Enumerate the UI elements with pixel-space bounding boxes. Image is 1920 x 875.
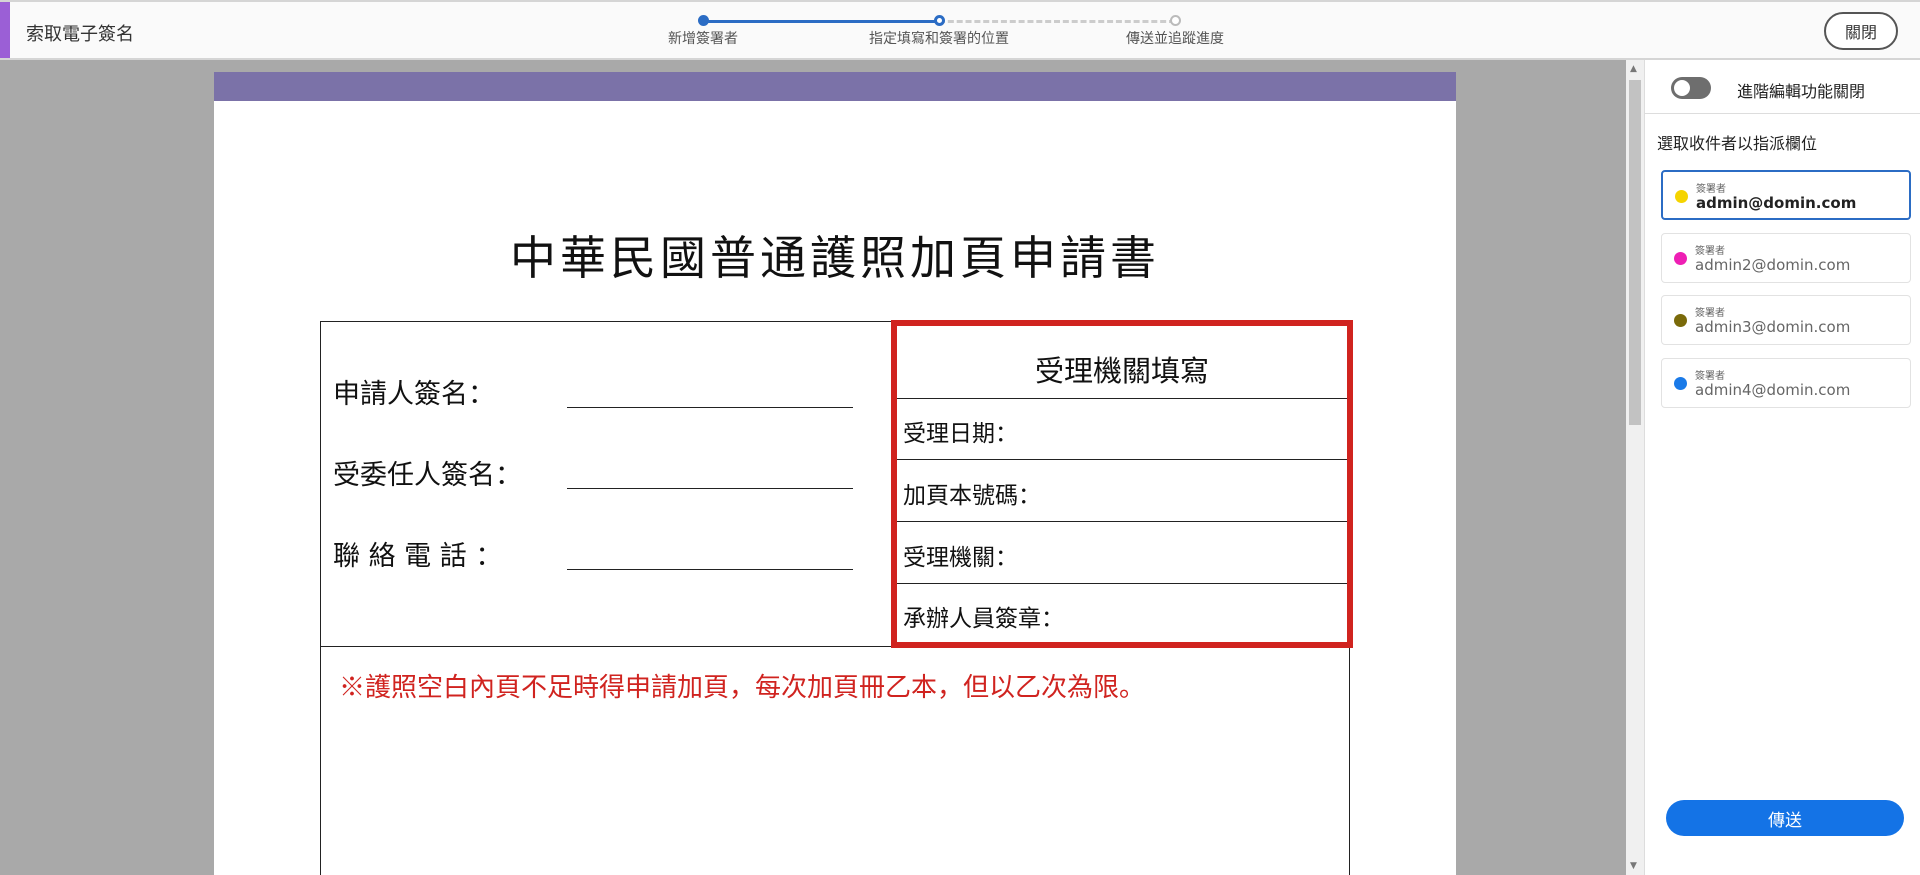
recipient-card[interactable]: 簽署者 admin2@domin.com	[1661, 233, 1911, 283]
recipient-email: admin3@domin.com	[1695, 318, 1851, 336]
progress-complete	[703, 20, 939, 23]
document-page: 中華民國普通護照加頁申請書 申請人簽名： 受委任人簽名： 聯 絡 電 話 ： 受…	[214, 72, 1456, 875]
step-dot-2	[934, 15, 945, 26]
recipient-card[interactable]: 簽署者 admin3@domin.com	[1661, 295, 1911, 345]
document-title: 中華民國普通護照加頁申請書	[510, 231, 1160, 285]
recipients-panel: 進階編輯功能關閉 選取收件者以指派欄位 簽署者 admin@domin.com …	[1644, 60, 1920, 875]
row-divider	[897, 398, 1347, 399]
step-send-track[interactable]: 傳送並追蹤進度	[1126, 28, 1224, 48]
scrollbar[interactable]: ▲ ▼	[1626, 60, 1644, 875]
row-divider	[897, 459, 1347, 460]
agency-row: 加頁本號碼：	[903, 483, 1041, 509]
delegate-signature-label: 受委任人簽名：	[333, 460, 522, 491]
agency-row: 受理日期：	[903, 421, 1018, 447]
recipient-color-dot	[1674, 377, 1687, 390]
accent-bar	[0, 2, 10, 58]
row-divider	[897, 583, 1347, 584]
send-button[interactable]: 傳送	[1666, 800, 1904, 836]
divider	[1645, 113, 1920, 114]
notice-text: ※護照空白內頁不足時得申請加頁，每次加頁冊乙本，但以乙次為限。	[339, 673, 1146, 703]
document-viewer: 中華民國普通護照加頁申請書 申請人簽名： 受委任人簽名： 聯 絡 電 話 ： 受…	[0, 60, 1626, 875]
delegate-signature-line[interactable]	[567, 488, 853, 489]
recipient-role: 簽署者	[1695, 308, 1725, 319]
toggle-label: 進階編輯功能關閉	[1737, 82, 1866, 101]
recipient-email: admin2@domin.com	[1695, 256, 1851, 274]
recipient-card[interactable]: 簽署者 admin4@domin.com	[1661, 358, 1911, 408]
page-header-band	[214, 72, 1456, 101]
applicant-signature-label: 申請人簽名：	[333, 379, 495, 410]
toggle-knob	[1674, 80, 1690, 96]
recipient-role: 簽署者	[1696, 184, 1726, 195]
scroll-up-icon[interactable]: ▲	[1630, 64, 1637, 74]
step-add-signers[interactable]: 新增簽署者	[668, 28, 738, 48]
recipient-color-dot	[1674, 252, 1687, 265]
advanced-edit-toggle[interactable]	[1671, 77, 1711, 99]
step-place-fields[interactable]: 指定填寫和簽署的位置	[869, 28, 1009, 48]
assign-heading: 選取收件者以指派欄位	[1657, 134, 1818, 153]
row-divider	[897, 521, 1347, 522]
recipient-email: admin4@domin.com	[1695, 381, 1851, 399]
page-title: 索取電子簽名	[26, 24, 134, 45]
recipient-color-dot	[1674, 314, 1687, 327]
recipient-role: 簽署者	[1695, 246, 1725, 257]
step-dot-3	[1170, 15, 1181, 26]
agency-row: 受理機關：	[903, 545, 1018, 571]
agency-heading: 受理機關填寫	[1034, 354, 1209, 388]
recipient-card[interactable]: 簽署者 admin@domin.com	[1661, 170, 1911, 220]
agency-section-highlight[interactable]: 受理機關填寫 受理日期： 加頁本號碼： 受理機關： 承辦人員簽章：	[891, 320, 1353, 648]
phone-line[interactable]	[567, 569, 853, 570]
applicant-signature-line[interactable]	[567, 407, 853, 408]
recipient-role: 簽署者	[1695, 371, 1725, 382]
recipient-color-dot	[1675, 190, 1688, 203]
recipient-email: admin@domin.com	[1696, 194, 1857, 212]
header: 索取電子簽名 新增簽署者 指定填寫和簽署的位置 傳送並追蹤進度 關閉	[0, 0, 1920, 60]
scroll-down-icon[interactable]: ▼	[1630, 861, 1637, 871]
close-button[interactable]: 關閉	[1824, 12, 1898, 50]
phone-label: 聯 絡 電 話 ：	[333, 541, 503, 572]
progress-pending	[939, 20, 1175, 23]
agency-row: 承辦人員簽章：	[903, 606, 1064, 632]
form-table: 申請人簽名： 受委任人簽名： 聯 絡 電 話 ： 受理機關填寫 受理日期： 加頁…	[320, 320, 1353, 875]
scrollbar-thumb[interactable]	[1629, 80, 1641, 425]
step-dot-1	[698, 15, 709, 26]
